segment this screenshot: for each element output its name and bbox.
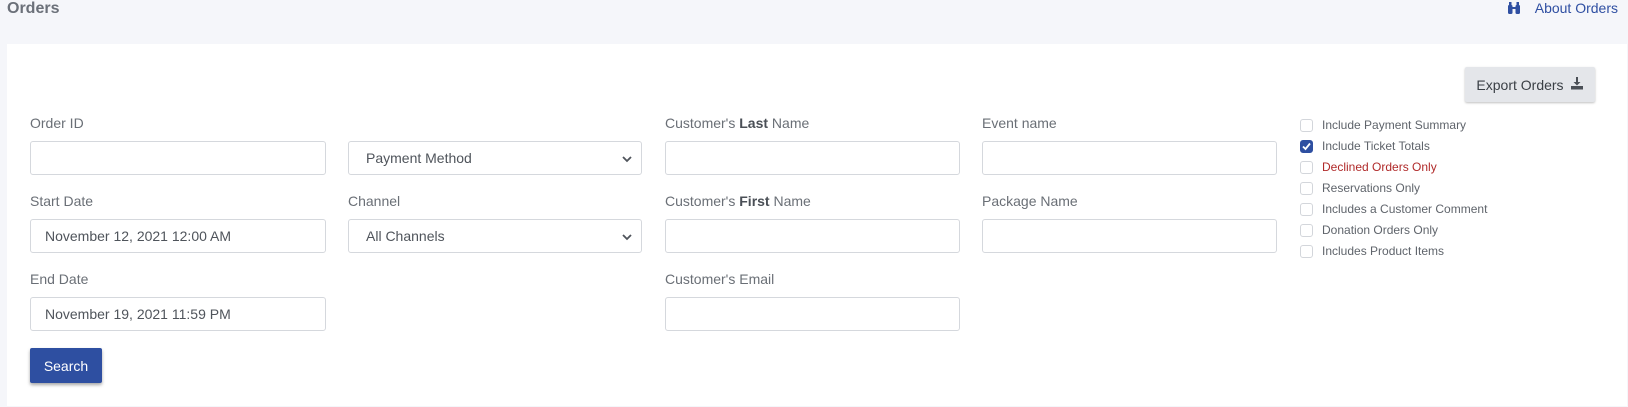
- email-label: Customer's Email: [665, 271, 775, 287]
- binoculars-icon: [1507, 1, 1521, 15]
- option-reservations[interactable]: Reservations Only: [1300, 181, 1420, 195]
- checkbox[interactable]: [1300, 160, 1313, 174]
- channel-label: Channel: [348, 193, 401, 209]
- end-date-label: End Date: [30, 271, 89, 287]
- option-label: Reservations Only: [1322, 181, 1421, 195]
- checkbox[interactable]: [1300, 118, 1313, 132]
- start-date-input[interactable]: November 12, 2021 12:00 AM: [30, 219, 326, 253]
- export-orders-button[interactable]: Export Orders: [1465, 67, 1595, 102]
- about-orders-link[interactable]: About Orders: [1507, 0, 1618, 16]
- option-label: Includes Product Items: [1322, 244, 1445, 258]
- payment-method-select[interactable]: Payment Method: [348, 141, 642, 175]
- checkbox[interactable]: [1300, 244, 1313, 258]
- option-customer-comment[interactable]: Includes a Customer Comment: [1300, 202, 1487, 216]
- search-button[interactable]: Search: [30, 348, 102, 383]
- option-label: Declined Orders Only: [1322, 160, 1437, 174]
- option-label: Includes a Customer Comment: [1322, 202, 1488, 216]
- chevron-down-icon: [621, 230, 633, 246]
- option-donation-orders[interactable]: Donation Orders Only: [1300, 223, 1438, 237]
- first-name-label: Customer's First Name: [665, 193, 811, 209]
- order-id-label: Order ID: [30, 115, 84, 131]
- checkbox[interactable]: [1300, 202, 1313, 216]
- checkbox-checked[interactable]: [1300, 139, 1313, 153]
- first-name-input[interactable]: [665, 219, 960, 253]
- payment-method-value: Payment Method: [366, 150, 472, 166]
- end-date-input[interactable]: November 19, 2021 11:59 PM: [30, 297, 326, 331]
- option-payment-summary[interactable]: Include Payment Summary: [1300, 118, 1466, 132]
- chevron-down-icon: [621, 152, 633, 168]
- email-input[interactable]: [665, 297, 960, 331]
- download-icon: [1570, 76, 1584, 93]
- option-label: Include Payment Summary: [1322, 118, 1467, 132]
- last-name-label: Customer's Last Name: [665, 115, 810, 131]
- checkbox[interactable]: [1300, 181, 1313, 195]
- checkbox[interactable]: [1300, 223, 1313, 237]
- option-product-items[interactable]: Includes Product Items: [1300, 244, 1444, 258]
- option-declined-orders[interactable]: Declined Orders Only: [1300, 160, 1437, 174]
- start-date-label: Start Date: [30, 193, 94, 209]
- last-name-input[interactable]: [665, 141, 960, 175]
- package-name-input[interactable]: [982, 219, 1277, 253]
- option-label: Include Ticket Totals: [1322, 139, 1430, 153]
- event-name-label: Event name: [982, 115, 1057, 131]
- page-title: Orders: [7, 0, 60, 17]
- checkmark-icon: [1302, 142, 1311, 150]
- option-ticket-totals[interactable]: Include Ticket Totals: [1300, 139, 1430, 153]
- event-name-input[interactable]: [982, 141, 1277, 175]
- about-orders-label[interactable]: About Orders: [1535, 0, 1618, 16]
- option-label: Donation Orders Only: [1322, 223, 1439, 237]
- channel-select[interactable]: All Channels: [348, 219, 642, 253]
- order-id-input[interactable]: [30, 141, 326, 175]
- channel-value: All Channels: [366, 228, 445, 244]
- export-orders-label: Export Orders: [1476, 76, 1564, 93]
- package-name-label: Package Name: [982, 193, 1078, 209]
